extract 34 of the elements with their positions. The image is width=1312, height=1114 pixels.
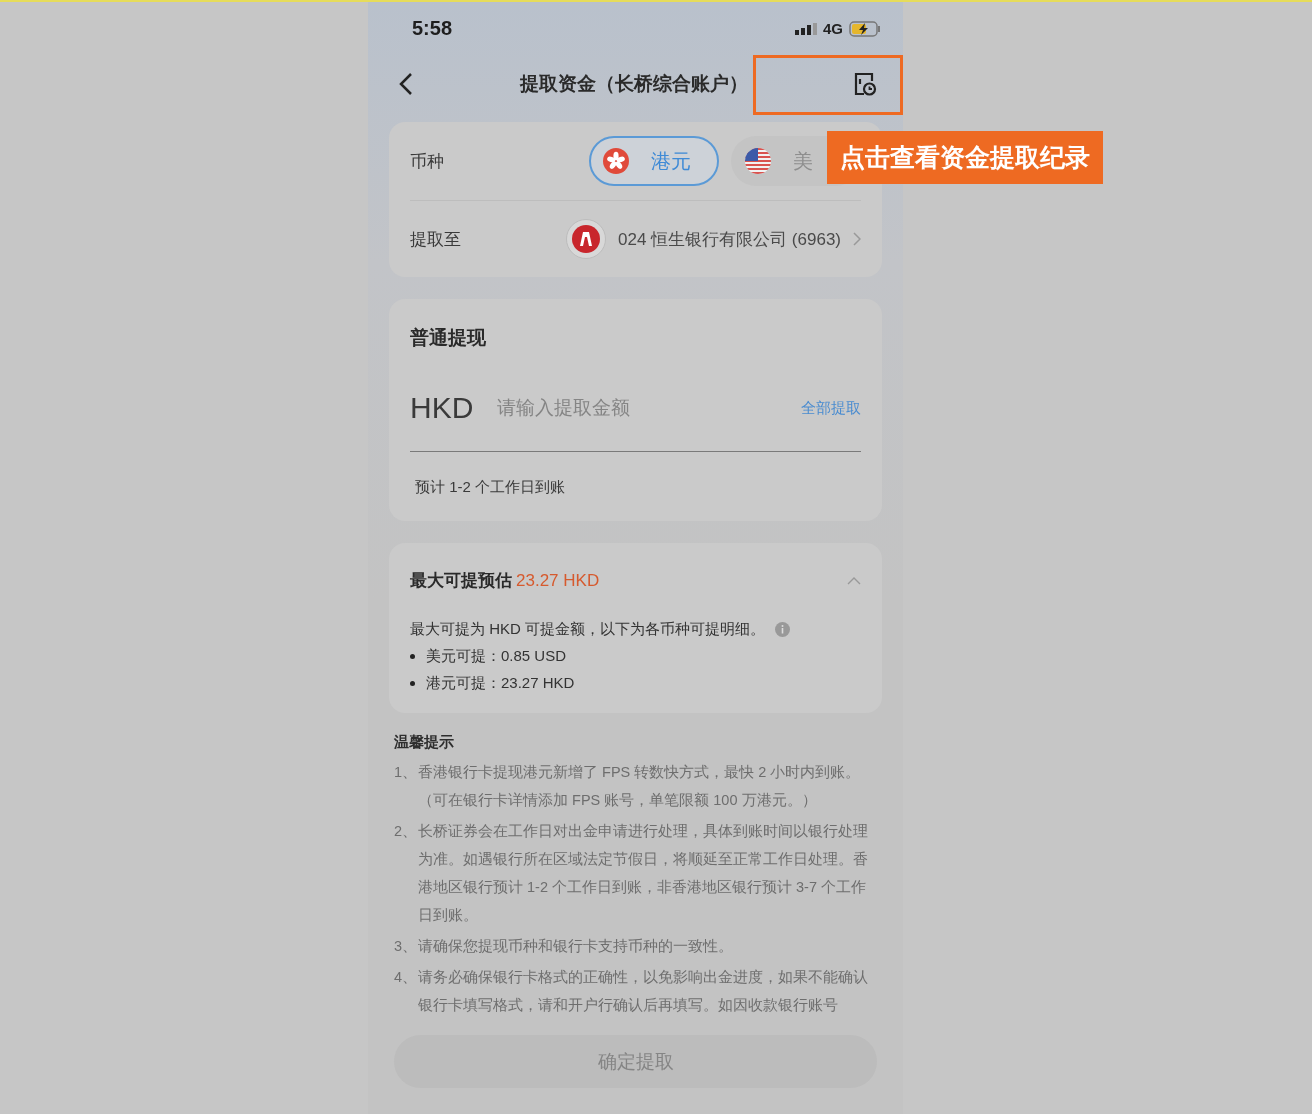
notes-title: 温馨提示 bbox=[394, 733, 455, 752]
callout-tooltip: 点击查看资金提取纪录 bbox=[827, 131, 1103, 184]
signal-icon bbox=[795, 22, 817, 35]
withdraw-title: 普通提现 bbox=[410, 326, 487, 350]
record-icon[interactable] bbox=[853, 70, 877, 97]
status-time: 5:58 bbox=[412, 17, 453, 40]
note-number: 3、 bbox=[394, 937, 418, 956]
flag-icon bbox=[603, 148, 629, 174]
currency-label: 币种 bbox=[410, 150, 445, 173]
note-number: 4、 bbox=[394, 968, 418, 987]
currency-breakdown-item: 美元可提：0.85 USD bbox=[410, 647, 861, 666]
note-text: 香港银行卡提现港元新增了 FPS 转数快方式，最快 2 小时内到账。（可在银行卡详情添加 FPS 账号，单笔限额 100 万港元。） bbox=[418, 763, 862, 810]
battery-icon bbox=[849, 20, 881, 37]
bank-account[interactable]: 024 恒生银行有限公司 (6963) bbox=[618, 227, 841, 251]
currency-breakdown-item: 港元可提：23.27 HKD bbox=[410, 674, 861, 693]
max-estimate: 最大可提预估 23.27 HKD bbox=[410, 570, 600, 592]
page-title: 提取资金（长桥综合账户） bbox=[519, 71, 748, 96]
chevron-right-icon bbox=[853, 232, 861, 246]
destination-label: 提取至 bbox=[410, 228, 462, 251]
note-text: 请确保您提现币种和银行卡支持币种的一致性。 bbox=[418, 937, 734, 956]
note-text: 长桥证券会在工作日对出金申请进行处理，具体到账时间以银行处理为准。如遇银行所在区域法定节假日，将顺延至正常工作日处理。香港地区银行预计 1-2 个工作日到账，非香港地区银行预计 3-7 个工作日到账。 bbox=[418, 822, 869, 925]
note-number: 1、 bbox=[394, 763, 418, 782]
currency-code: HKD bbox=[410, 391, 474, 425]
withdraw-all-link[interactable]: 全部提取 bbox=[801, 398, 861, 418]
network-label: 4G bbox=[823, 20, 843, 37]
bank-logo-icon bbox=[566, 219, 607, 259]
flag-icon bbox=[745, 148, 771, 174]
amount-input[interactable]: 请输入提取金额 bbox=[495, 396, 779, 420]
note-number: 2、 bbox=[394, 822, 418, 841]
max-description: 最大可提为 HKD 可提金额，以下为各币种可提明细。 bbox=[410, 620, 765, 639]
note-text: 请务必确保银行卡格式的正确性，以免影响出金进度，如果不能确认银行卡填写格式，请和开户行确认后再填写。如因收款银行账号 bbox=[418, 968, 869, 1015]
back-button[interactable] bbox=[398, 71, 414, 96]
eta-text: 预计 1-2 个工作日到账 bbox=[414, 478, 566, 497]
currency-chip[interactable]: 港元 bbox=[589, 136, 719, 186]
